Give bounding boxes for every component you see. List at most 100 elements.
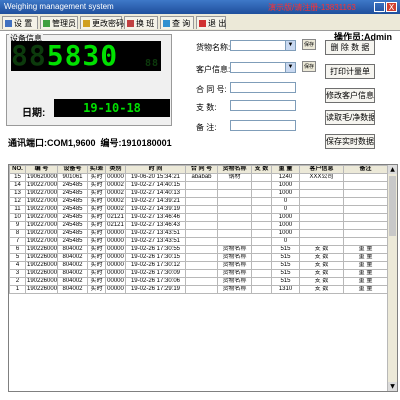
- remark-input[interactable]: [230, 120, 296, 131]
- table-cell: [299, 229, 344, 238]
- table-row[interactable]: 1019022700042245485实时0212119-02-27 13:46…: [9, 213, 388, 222]
- table-cell: 7: [9, 237, 26, 246]
- table-cell: 实时: [87, 229, 106, 238]
- read-tare-button[interactable]: 读取毛/净数据: [325, 110, 375, 125]
- table-cell: [251, 197, 272, 206]
- table-row[interactable]: 1319022700072245485实时0000219-02-27 14:40…: [9, 189, 388, 198]
- table-cell: 19022700052: [25, 205, 58, 214]
- column-header[interactable]: 客户信息: [299, 165, 344, 174]
- table-row[interactable]: 1519062000011901061实时0000019-06-20 15:34…: [9, 173, 388, 182]
- table-cell: 实时: [87, 221, 106, 230]
- table-row[interactable]: 1219022700062245485实时0000219-02-27 14:39…: [9, 197, 388, 206]
- table-row[interactable]: 519022600051804002实时0000019-02-26 17:30:…: [9, 253, 388, 262]
- table-cell: 19022700032: [25, 221, 58, 230]
- table-row[interactable]: 419022600041804002实时0000019-02-26 17:30:…: [9, 261, 388, 270]
- column-header[interactable]: 设备号: [57, 165, 88, 174]
- table-row[interactable]: 119022600011804002实时0000019-02-26 17:29:…: [9, 285, 388, 294]
- table-cell: 245485: [57, 205, 88, 214]
- table-cell: [343, 197, 388, 206]
- table-row[interactable]: 1119022700052245485实时0000219-02-27 14:39…: [9, 205, 388, 214]
- table-cell: 245485: [57, 229, 88, 238]
- date-label: 日期:: [22, 108, 46, 119]
- table-cell: 515: [271, 261, 300, 270]
- table-row[interactable]: 719022700012245485实时0000019-02-27 13:43:…: [9, 237, 388, 246]
- contract-label: 合 同 号:: [196, 85, 227, 94]
- chevron-down-icon[interactable]: ▼: [285, 41, 295, 50]
- vertical-scrollbar[interactable]: ▲ ▼: [387, 165, 397, 391]
- print-ticket-button[interactable]: 打印计量单: [325, 64, 375, 79]
- table-cell: 实时: [87, 197, 106, 206]
- contract-input[interactable]: [230, 82, 296, 93]
- tab-exit[interactable]: 退 出: [196, 16, 226, 29]
- tab-settings[interactable]: 设 置: [2, 16, 38, 29]
- table-cell: 1240: [271, 173, 300, 182]
- table-row[interactable]: 219022600021804002实时0000019-02-26 17:30:…: [9, 277, 388, 286]
- table-cell: 0: [271, 237, 300, 246]
- scroll-up-icon[interactable]: ▲: [388, 165, 397, 174]
- table-cell: [217, 237, 252, 246]
- datetime-display: 19-10-18 15:48:25: [54, 99, 170, 117]
- column-header[interactable]: 货物名称: [217, 165, 252, 174]
- table-cell: 货物名称: [217, 285, 252, 294]
- table-cell: 1000: [271, 229, 300, 238]
- table-header-row: NO. 编 号设备号 实/差 类别时 间合 同 号货物名称支 数重 量客户信息 备注: [9, 165, 388, 174]
- scroll-down-icon[interactable]: ▼: [388, 382, 397, 391]
- modify-client-button[interactable]: 修改客户信息: [325, 88, 375, 103]
- table-cell: [299, 213, 344, 222]
- column-header[interactable]: 编 号: [25, 165, 58, 174]
- table-cell: 19022600011: [25, 285, 58, 294]
- tab-admin[interactable]: 管理员: [40, 16, 78, 29]
- table-cell: 15: [9, 173, 26, 182]
- count-input[interactable]: [230, 100, 296, 111]
- tab-search[interactable]: 查 询: [160, 16, 194, 29]
- minimize-button[interactable]: _: [374, 2, 385, 12]
- delete-data-button[interactable]: 删 除 数 据: [325, 40, 375, 55]
- contract-row: 合 同 号:: [196, 82, 296, 95]
- goods-select[interactable]: ▼: [230, 40, 296, 51]
- table-cell: 515: [271, 277, 300, 286]
- table-row[interactable]: 1419022700072245485实时0000219-02-27 14:40…: [9, 181, 388, 190]
- scroll-thumb[interactable]: [389, 176, 396, 236]
- table-cell: 804002: [57, 277, 88, 286]
- column-header[interactable]: 支 数: [251, 165, 272, 174]
- table-cell: 0: [271, 205, 300, 214]
- table-cell: 901061: [57, 173, 88, 182]
- column-header[interactable]: NO.: [9, 165, 26, 174]
- table-cell: 19022700012: [25, 237, 58, 246]
- table-cell: [217, 189, 252, 198]
- table-row[interactable]: 319022600031804002实时0000019-02-26 17:30:…: [9, 269, 388, 278]
- chevron-down-icon[interactable]: ▼: [285, 63, 295, 72]
- table-cell: 19-06-20 15:34:21: [125, 173, 186, 182]
- table-cell: 00002: [105, 197, 126, 206]
- column-header[interactable]: 实/差: [87, 165, 106, 174]
- table-cell: 8: [9, 229, 26, 238]
- column-header[interactable]: 重 量: [271, 165, 300, 174]
- table-cell: [251, 261, 272, 270]
- table-cell: 19-02-27 13:43:51: [125, 229, 186, 238]
- table-cell: [251, 253, 272, 262]
- save-goods-button[interactable]: 保存: [302, 39, 316, 50]
- column-header[interactable]: 备注: [343, 165, 388, 174]
- table-cell: 19-02-27 13:46:46: [125, 213, 186, 222]
- table-cell: 02121: [105, 221, 126, 230]
- column-header[interactable]: 时 间: [125, 165, 186, 174]
- table-cell: 19-02-26 17:30:09: [125, 269, 186, 278]
- table-cell: 515: [271, 253, 300, 262]
- close-button[interactable]: X: [386, 2, 397, 12]
- table-cell: 重 量: [343, 269, 388, 278]
- table-cell: 00000: [105, 229, 126, 238]
- save-realtime-button[interactable]: 保存实时数据: [325, 134, 375, 149]
- tab-shift[interactable]: 换 班: [124, 16, 158, 29]
- table-cell: 19022600061: [25, 245, 58, 254]
- table-cell: 00000: [105, 285, 126, 294]
- table-cell: 重 量: [343, 277, 388, 286]
- table-row[interactable]: 619022600061804002实时0000019-02-26 17:30:…: [9, 245, 388, 254]
- save-client-button[interactable]: 保存: [302, 61, 316, 72]
- table-row[interactable]: 819022700022245485实时0000019-02-27 13:43:…: [9, 229, 388, 238]
- tab-change-password[interactable]: 更改密码: [80, 16, 124, 29]
- column-header[interactable]: 类别: [105, 165, 126, 174]
- tab-label: 查 询: [172, 19, 191, 28]
- client-select[interactable]: ▼: [230, 62, 296, 73]
- table-row[interactable]: 919022700032245485实时0212119-02-27 13:46:…: [9, 221, 388, 230]
- column-header[interactable]: 合 同 号: [185, 165, 218, 174]
